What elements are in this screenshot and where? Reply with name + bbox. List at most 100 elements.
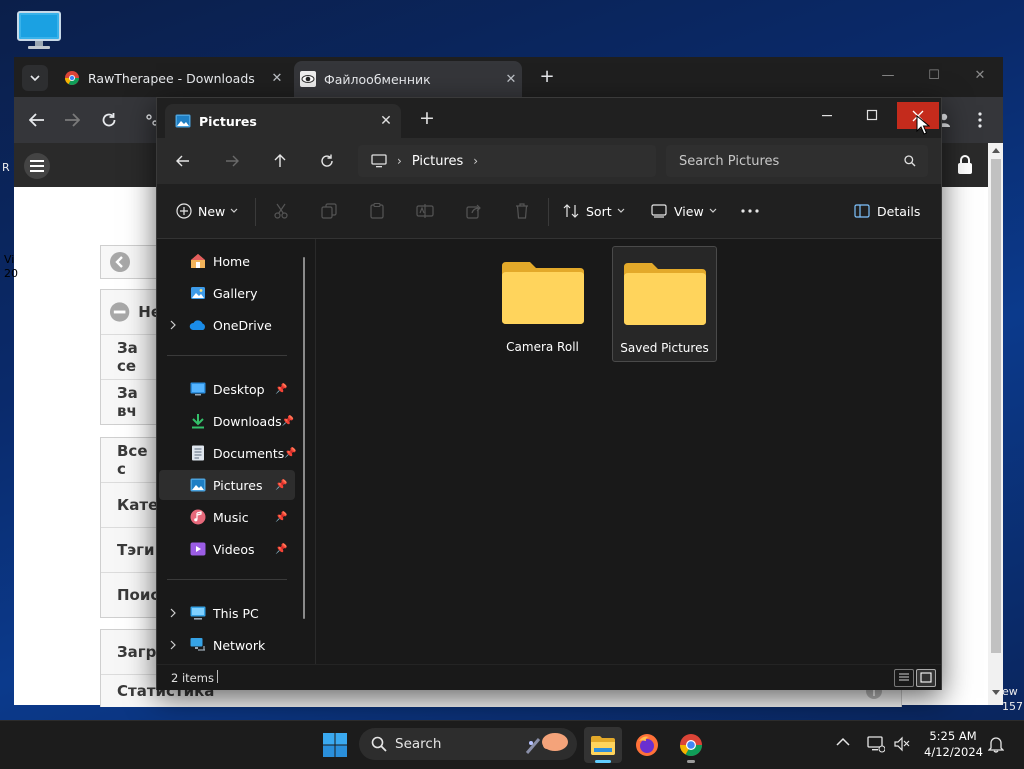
site-menu-label: Тэги [117,541,155,559]
browser-tab-fileshare[interactable]: Файлообменник ✕ [294,61,522,97]
search-icon[interactable] [904,155,916,167]
pin-icon[interactable]: 📌 [284,448,296,459]
folder-item-saved-pictures[interactable]: Saved Pictures [612,246,717,362]
site-menu-item[interactable]: За вч [101,380,161,424]
taskbar-firefox[interactable] [628,727,666,763]
nav-item-downloads[interactable]: Downloads 📌 [159,406,295,436]
music-icon [189,508,207,526]
onedrive-icon [189,316,207,334]
notification-bell-icon[interactable] [988,735,1006,753]
cut-icon[interactable] [266,198,296,224]
rename-icon[interactable] [410,198,440,224]
nav-item-network[interactable]: Network [159,630,295,660]
forward-icon[interactable] [218,148,246,174]
start-button[interactable] [320,730,350,760]
edge-text: 157 [1002,700,1023,713]
forward-icon[interactable] [59,107,85,133]
site-menu-item[interactable]: За се [101,335,161,380]
downloads-icon [189,412,207,430]
details-button[interactable]: Details [854,198,920,224]
clock-time: 5:25 AM [929,729,977,743]
view-button[interactable]: View [651,198,717,224]
maximize-button[interactable] [852,102,892,128]
search-input[interactable]: Search Pictures [679,154,904,169]
explorer-tab-pictures[interactable]: Pictures ✕ [165,104,401,138]
nav-label: Gallery [213,285,258,301]
breadcrumb-pictures[interactable]: Pictures [412,154,463,169]
sort-label: Sort [586,203,612,219]
copy-icon[interactable] [314,198,344,224]
breadcrumb-chevron-icon[interactable]: › [473,154,478,168]
nav-item-desktop[interactable]: Desktop 📌 [159,374,295,404]
clock[interactable]: 5:25 AM 4/12/2024 [924,728,983,760]
reload-icon[interactable] [96,107,122,133]
sort-button[interactable]: Sort [563,198,625,224]
site-menu-item[interactable]: Все с [101,438,161,483]
nav-scrollbar[interactable] [303,257,305,619]
close-tab-icon[interactable]: ✕ [371,113,401,129]
close-tab-icon[interactable]: ✕ [500,72,522,87]
see-more-button[interactable] [740,198,760,224]
taskbar-search[interactable]: Search [359,728,577,760]
nav-item-documents[interactable]: Documents 📌 [159,438,297,468]
hamburger-menu-icon[interactable] [24,153,50,179]
nav-item-pictures[interactable]: Pictures 📌 [159,470,295,500]
nav-item-home[interactable]: Home [159,246,295,276]
delete-icon[interactable] [507,198,537,224]
network-status-icon[interactable] [867,735,885,753]
pin-icon[interactable]: 📌 [275,384,289,395]
minimize-button[interactable] [807,102,847,128]
refresh-icon[interactable] [313,148,341,174]
new-label: New [198,203,226,219]
nav-label: Desktop [213,381,265,397]
details-view-icon [899,673,909,681]
large-icons-view-button[interactable] [916,669,936,687]
folder-item-camera-roll[interactable]: Camera Roll [491,246,594,360]
close-window-button[interactable]: ✕ [965,65,995,87]
breadcrumb-chevron-icon[interactable]: › [397,154,402,168]
paste-icon[interactable] [362,198,392,224]
plus-circle-icon [176,203,192,219]
taskbar-file-explorer[interactable] [584,727,622,763]
volume-muted-icon[interactable] [893,735,911,753]
browser-menu-icon[interactable] [967,107,993,133]
pin-icon[interactable]: 📌 [275,512,289,523]
scrollbar-thumb[interactable] [991,159,1001,653]
site-menu-item[interactable]: Не [101,290,161,335]
nav-item-gallery[interactable]: Gallery [159,278,295,308]
back-icon[interactable] [24,107,50,133]
this-pc-icon[interactable] [371,154,387,168]
up-icon[interactable] [266,148,294,174]
nav-item-videos[interactable]: Videos 📌 [159,534,295,564]
scroll-down-icon[interactable] [991,689,1001,699]
taskbar-chrome[interactable] [672,727,710,763]
pin-icon[interactable]: 📌 [275,544,289,555]
maximize-button[interactable]: ☐ [919,65,949,87]
tray-overflow-chevron-icon[interactable] [836,737,852,753]
lock-icon[interactable] [954,154,976,176]
share-icon[interactable] [459,198,489,224]
tab-search-button[interactable] [22,65,48,91]
new-button[interactable]: New [176,198,238,224]
site-menu-item[interactable]: Поис [101,573,161,617]
pin-icon[interactable]: 📌 [275,480,289,491]
details-view-button[interactable] [894,669,914,687]
site-menu-item[interactable]: Тэги [101,528,161,573]
search-box[interactable]: Search Pictures [666,145,928,177]
address-bar[interactable]: › Pictures › [358,145,656,177]
computer-monitor-icon[interactable] [16,10,62,52]
scroll-up-icon[interactable] [991,146,1001,156]
back-icon[interactable] [169,148,197,174]
new-tab-button[interactable]: + [536,66,558,88]
close-tab-icon[interactable]: ✕ [266,71,288,86]
site-menu-item[interactable]: Кате [101,483,161,528]
nav-item-music[interactable]: Music 📌 [159,502,295,532]
browser-tab-strip: RawTherapee - Downloads ✕ Файлообменник … [14,57,1003,97]
nav-item-onedrive[interactable]: OneDrive [159,310,295,340]
pin-icon[interactable]: 📌 [282,416,294,427]
nav-item-this-pc[interactable]: This PC [159,598,295,628]
new-explorer-tab-button[interactable]: + [415,107,439,131]
tab-title: Файлообменник [324,71,431,87]
minimize-button[interactable]: — [873,65,903,87]
browser-tab-rawtherapee[interactable]: RawTherapee - Downloads ✕ [58,63,288,93]
